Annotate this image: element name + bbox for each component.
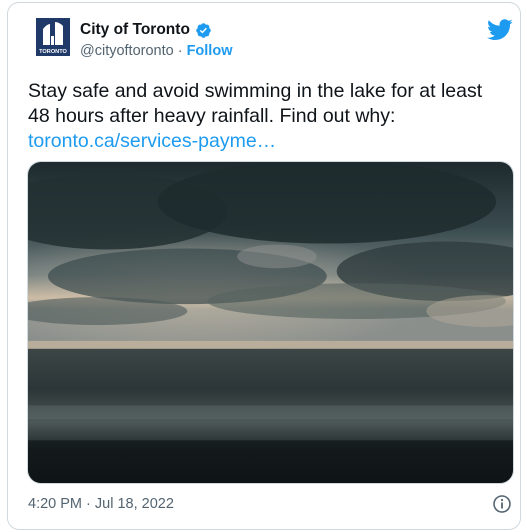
verified-badge-icon [195, 22, 212, 39]
account-name-row[interactable]: City of Toronto [80, 21, 212, 39]
tweet-body: Stay safe and avoid swimming in the lake… [28, 80, 483, 127]
city-hall-logo-icon[interactable]: TORONTO [36, 18, 70, 56]
tweet-text: Stay safe and avoid swimming in the lake… [28, 79, 508, 154]
handle-row: @cityoftoronto · Follow [80, 43, 232, 59]
account-handle[interactable]: @cityoftoronto [80, 43, 174, 59]
info-icon[interactable] [492, 494, 512, 514]
follow-button[interactable]: Follow [187, 43, 233, 59]
account-name[interactable]: City of Toronto [80, 21, 190, 39]
avatar-text: TORONTO [39, 49, 67, 55]
separator-dot: · [177, 43, 183, 59]
tweet-link[interactable]: toronto.ca/services-payme… [28, 129, 508, 154]
twitter-bird-icon[interactable] [487, 19, 513, 41]
stormy-lake-photo[interactable] [27, 161, 514, 484]
tweet-timestamp[interactable]: 4:20 PM · Jul 18, 2022 [28, 496, 174, 512]
